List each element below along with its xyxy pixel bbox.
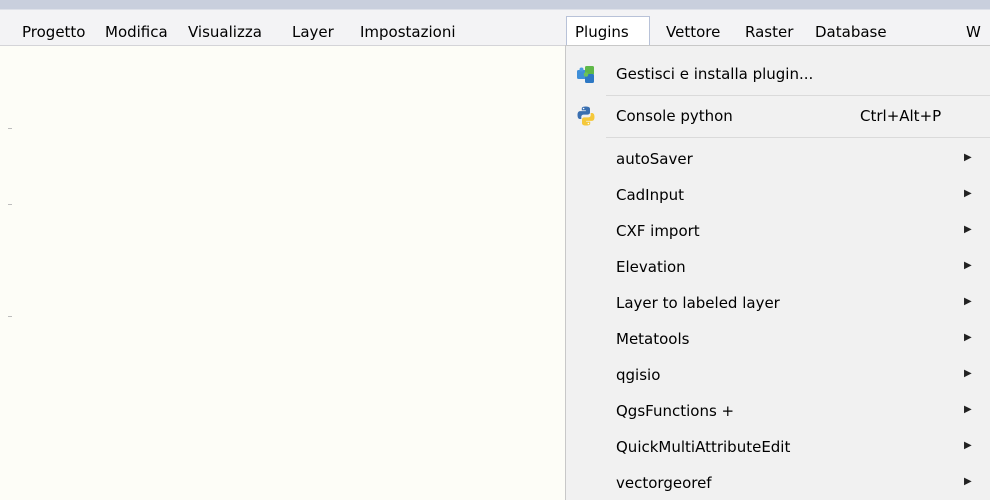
chevron-right-icon: ▶ — [964, 332, 972, 343]
submenu-label: Elevation — [616, 258, 686, 276]
puzzle-plugin-icon — [574, 62, 598, 86]
manage-plugins-label: Gestisci e installa plugin... — [616, 65, 814, 83]
menu-layer[interactable]: Layer — [292, 22, 334, 42]
menu-item-manage-plugins[interactable]: Gestisci e installa plugin... — [566, 56, 990, 92]
python-console-shortcut: Ctrl+Alt+P — [860, 107, 942, 125]
submenu-qgsfunctions[interactable]: QgsFunctions + ▶ — [566, 393, 990, 429]
submenu-cxf-import[interactable]: CXF import ▶ — [566, 213, 990, 249]
chevron-right-icon: ▶ — [964, 260, 972, 271]
menu-separator — [606, 95, 990, 96]
menu-vettore[interactable]: Vettore — [666, 22, 720, 42]
chevron-right-icon: ▶ — [964, 368, 972, 379]
submenu-label: Metatools — [616, 330, 690, 348]
menu-impostazioni[interactable]: Impostazioni — [360, 22, 456, 42]
submenu-label: vectorgeoref — [616, 474, 712, 492]
menu-separator — [606, 137, 990, 138]
menu-raster[interactable]: Raster — [745, 22, 793, 42]
submenu-metatools[interactable]: Metatools ▶ — [566, 321, 990, 357]
chevron-right-icon: ▶ — [964, 404, 972, 415]
menu-plugins-label: Plugins — [575, 23, 629, 41]
chevron-right-icon: ▶ — [964, 224, 972, 235]
submenu-label: QuickMultiAttributeEdit — [616, 438, 791, 456]
chevron-right-icon: ▶ — [964, 296, 972, 307]
submenu-quickmultiattributeedit[interactable]: QuickMultiAttributeEdit ▶ — [566, 429, 990, 465]
chevron-right-icon: ▶ — [964, 440, 972, 451]
submenu-elevation[interactable]: Elevation ▶ — [566, 249, 990, 285]
chevron-right-icon: ▶ — [964, 188, 972, 199]
submenu-label: qgisio — [616, 366, 661, 384]
menu-bar: Progetto Modifica Visualizza Layer Impos… — [0, 0, 990, 46]
menu-progetto[interactable]: Progetto — [22, 22, 86, 42]
python-console-label: Console python — [616, 107, 733, 125]
plugins-dropdown: Gestisci e installa plugin... Console py… — [565, 45, 990, 500]
submenu-label: CXF import — [616, 222, 700, 240]
menu-web[interactable]: W — [966, 22, 981, 42]
chevron-right-icon: ▶ — [964, 476, 972, 487]
chevron-right-icon: ▶ — [964, 152, 972, 163]
menu-modifica[interactable]: Modifica — [105, 22, 168, 42]
submenu-label: autoSaver — [616, 150, 693, 168]
python-icon — [574, 104, 598, 128]
submenu-label: Layer to labeled layer — [616, 294, 780, 312]
menu-plugins[interactable]: Plugins — [566, 16, 650, 46]
submenu-cadinput[interactable]: CadInput ▶ — [566, 177, 990, 213]
menu-database[interactable]: Database — [815, 22, 887, 42]
submenu-layer-to-labeled-layer[interactable]: Layer to labeled layer ▶ — [566, 285, 990, 321]
submenu-label: CadInput — [616, 186, 685, 204]
submenu-vectorgeoref[interactable]: vectorgeoref ▶ — [566, 465, 990, 501]
submenu-qgisio[interactable]: qgisio ▶ — [566, 357, 990, 393]
menu-item-python-console[interactable]: Console python Ctrl+Alt+P — [566, 98, 990, 134]
submenu-label: QgsFunctions + — [616, 402, 735, 420]
submenu-autosaver[interactable]: autoSaver ▶ — [566, 141, 990, 177]
menu-visualizza[interactable]: Visualizza — [188, 22, 262, 42]
